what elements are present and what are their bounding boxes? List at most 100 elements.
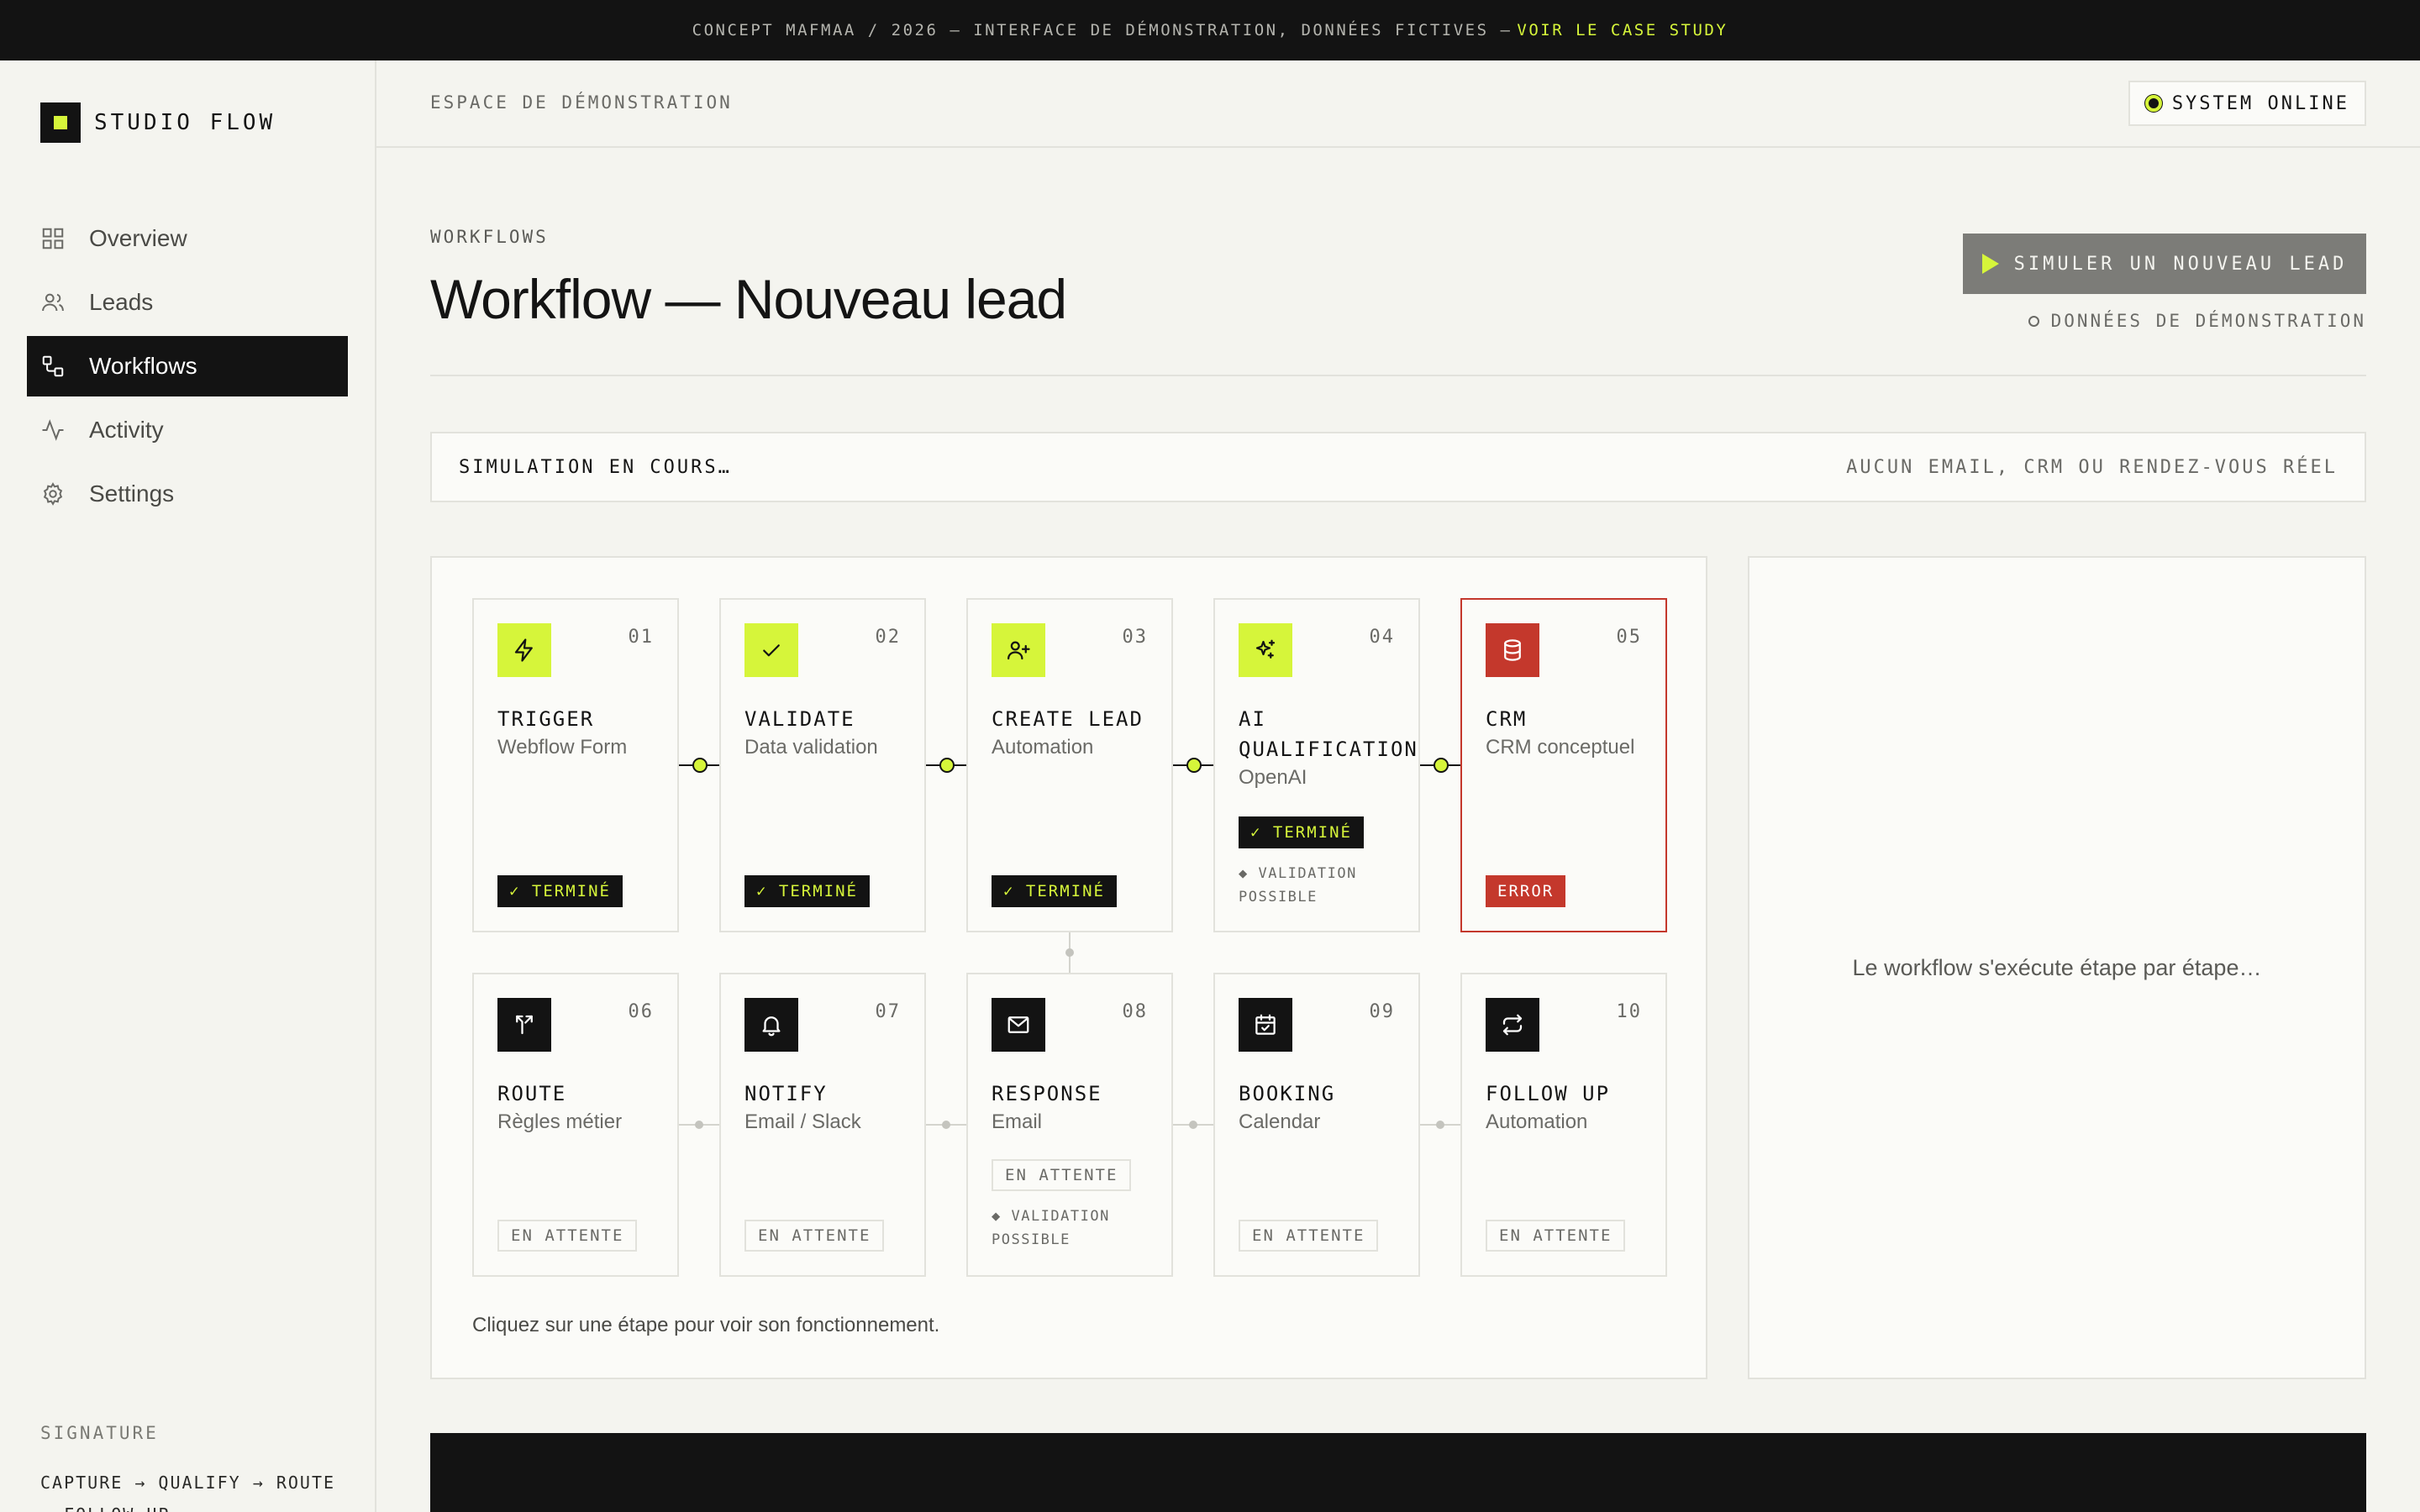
step-title: CRM	[1486, 707, 1528, 731]
brand[interactable]: STUDIO FLOW	[40, 102, 276, 143]
users-icon	[42, 293, 64, 312]
step-subtitle: Calendar	[1239, 1110, 1321, 1133]
status-badge: ✓ TERMINÉ	[1239, 816, 1364, 848]
step-card-validate[interactable]: 02 VALIDATE Data validation ✓ TERMINÉ	[719, 598, 926, 932]
step-subtitle: Email	[992, 1110, 1043, 1133]
calendar-icon	[1239, 998, 1292, 1052]
step-subtitle: Email / Slack	[744, 1110, 861, 1133]
workflow-icon	[42, 355, 64, 377]
step-title: VALIDATE	[744, 707, 855, 731]
repeat-icon	[1486, 998, 1539, 1052]
step-subtitle: CRM conceptuel	[1486, 736, 1635, 759]
step-number: 05	[1616, 627, 1642, 648]
bottom-dark-section	[430, 1433, 2366, 1512]
validation-hint: ◆ VALIDATION POSSIBLE	[992, 1208, 1110, 1248]
step-connector	[1173, 758, 1213, 773]
gear-icon	[43, 482, 63, 506]
simulation-status-bar: SIMULATION EN COURS… AUCUN EMAIL, CRM OU…	[430, 432, 2366, 502]
status-badge: EN ATTENTE	[1486, 1220, 1626, 1252]
step-card-route[interactable]: 06 ROUTE Règles métier EN ATTENTE	[472, 973, 679, 1277]
split-icon	[497, 998, 551, 1052]
status-badge: ✓ TERMINÉ	[992, 875, 1117, 907]
step-card-follow-up[interactable]: 10 FOLLOW UP Automation EN ATTENTE	[1460, 973, 1667, 1277]
page-title: Workflow — Nouveau lead	[430, 268, 1067, 330]
simulate-lead-button[interactable]: SIMULER UN NOUVEAU LEAD	[1963, 234, 2366, 294]
top-header: ESPACE DE DÉMONSTRATION SYSTEM ONLINE	[376, 60, 2420, 148]
sidebar-item-leads[interactable]: Leads	[27, 272, 348, 333]
sidebar-item-label: Settings	[89, 480, 175, 507]
sidebar-item-label: Workflows	[89, 353, 197, 379]
step-connector	[1420, 758, 1460, 773]
brand-logo-icon	[40, 102, 81, 143]
page-eyebrow: WORKFLOWS	[430, 227, 549, 247]
sidebar-item-label: Leads	[89, 289, 154, 315]
demo-data-note: DONNÉES DE DÉMONSTRATION	[2028, 311, 2366, 331]
log-placeholder: Le workflow s'exécute étape par étape…	[1852, 954, 2262, 980]
step-title: FOLLOW UP	[1486, 1082, 1611, 1105]
step-card-trigger[interactable]: 01 TRIGGER Webflow Form ✓ TERMINÉ	[472, 598, 679, 932]
simulate-lead-label: SIMULER UN NOUVEAU LEAD	[2013, 253, 2348, 275]
signature-text: CAPTURE → QUALIFY → ROUTE → FOLLOW UP	[40, 1473, 336, 1512]
step-number: 08	[1122, 1001, 1148, 1022]
divider	[430, 375, 2366, 376]
status-badge: ✓ TERMINÉ	[497, 875, 623, 907]
case-study-link[interactable]: VOIR LE CASE STUDY	[1517, 21, 1728, 39]
status-badge: EN ATTENTE	[497, 1220, 638, 1252]
status-dot-icon	[2144, 95, 2162, 112]
step-subtitle: Règles métier	[497, 1110, 623, 1133]
sidebar-item-workflows[interactable]: Workflows	[27, 336, 348, 396]
signature-label: SIGNATURE	[40, 1423, 159, 1443]
sidebar-item-settings[interactable]: Settings	[27, 464, 348, 524]
step-connector	[926, 1121, 966, 1129]
step-number: 06	[628, 1001, 654, 1022]
step-card-ai-qualification[interactable]: 04 AI QUALIFICATION OpenAI ✓ TERMINÉ ◆ V…	[1213, 598, 1420, 932]
status-badge: ERROR	[1486, 875, 1566, 907]
sidebar-item-activity[interactable]: Activity	[27, 400, 348, 460]
workflow-hint: Cliquez sur une étape pour voir son fonc…	[472, 1314, 940, 1336]
step-subtitle: OpenAI	[1239, 766, 1307, 789]
step-card-response[interactable]: 08 RESPONSE Email EN ATTENTE ◆ VALIDATIO…	[966, 973, 1173, 1277]
banner-text: CONCEPT MAFMAA / 2026 — INTERFACE DE DÉM…	[692, 21, 1512, 39]
step-connector	[1173, 1121, 1213, 1129]
grid-icon	[42, 228, 64, 249]
step-number: 09	[1369, 1001, 1395, 1022]
status-badge: EN ATTENTE	[992, 1159, 1132, 1191]
step-card-create-lead[interactable]: 03 CREATE LEAD Automation ✓ TERMINÉ	[966, 598, 1173, 932]
step-card-booking[interactable]: 09 BOOKING Calendar EN ATTENTE	[1213, 973, 1420, 1277]
step-connector-vertical	[1065, 932, 1074, 973]
system-status-badge: SYSTEM ONLINE	[2128, 81, 2366, 126]
step-subtitle: Data validation	[744, 736, 878, 759]
sidebar-nav: Overview Leads Workflows Activity Settin…	[27, 208, 348, 528]
step-title: CREATE LEAD	[992, 707, 1144, 731]
sidebar-item-label: Activity	[89, 417, 164, 443]
step-title: AI QUALIFICATION	[1239, 707, 1418, 761]
demo-banner: CONCEPT MAFMAA / 2026 — INTERFACE DE DÉM…	[0, 0, 2420, 60]
step-card-notify[interactable]: 07 NOTIFY Email / Slack EN ATTENTE	[719, 973, 926, 1277]
step-title: RESPONSE	[992, 1082, 1102, 1105]
step-title: ROUTE	[497, 1082, 567, 1105]
user-plus-icon	[992, 623, 1045, 677]
step-connector	[679, 1121, 719, 1129]
sidebar-item-overview[interactable]: Overview	[27, 208, 348, 269]
step-connector	[1420, 1121, 1460, 1129]
step-subtitle: Automation	[992, 736, 1094, 759]
step-subtitle: Automation	[1486, 1110, 1588, 1133]
execution-log-panel: Le workflow s'exécute étape par étape…	[1748, 556, 2366, 1379]
database-icon	[1486, 623, 1539, 677]
demo-data-text: DONNÉES DE DÉMONSTRATION	[2050, 311, 2366, 331]
step-title: NOTIFY	[744, 1082, 828, 1105]
brand-name: STUDIO FLOW	[94, 110, 276, 135]
step-number: 03	[1122, 627, 1148, 648]
sidebar-item-label: Overview	[89, 225, 187, 251]
sidebar: STUDIO FLOW Overview Leads Workflows Act…	[0, 60, 376, 1512]
step-number: 02	[875, 627, 901, 648]
step-number: 01	[628, 627, 654, 648]
step-title: TRIGGER	[497, 707, 595, 731]
check-icon	[744, 623, 798, 677]
step-card-crm[interactable]: 05 CRM CRM conceptuel ERROR	[1460, 598, 1667, 932]
status-badge: ✓ TERMINÉ	[744, 875, 870, 907]
status-badge: EN ATTENTE	[1239, 1220, 1379, 1252]
step-title: BOOKING	[1239, 1082, 1336, 1105]
validation-hint: ◆ VALIDATION POSSIBLE	[1239, 865, 1357, 906]
workspace-label: ESPACE DE DÉMONSTRATION	[430, 92, 733, 113]
